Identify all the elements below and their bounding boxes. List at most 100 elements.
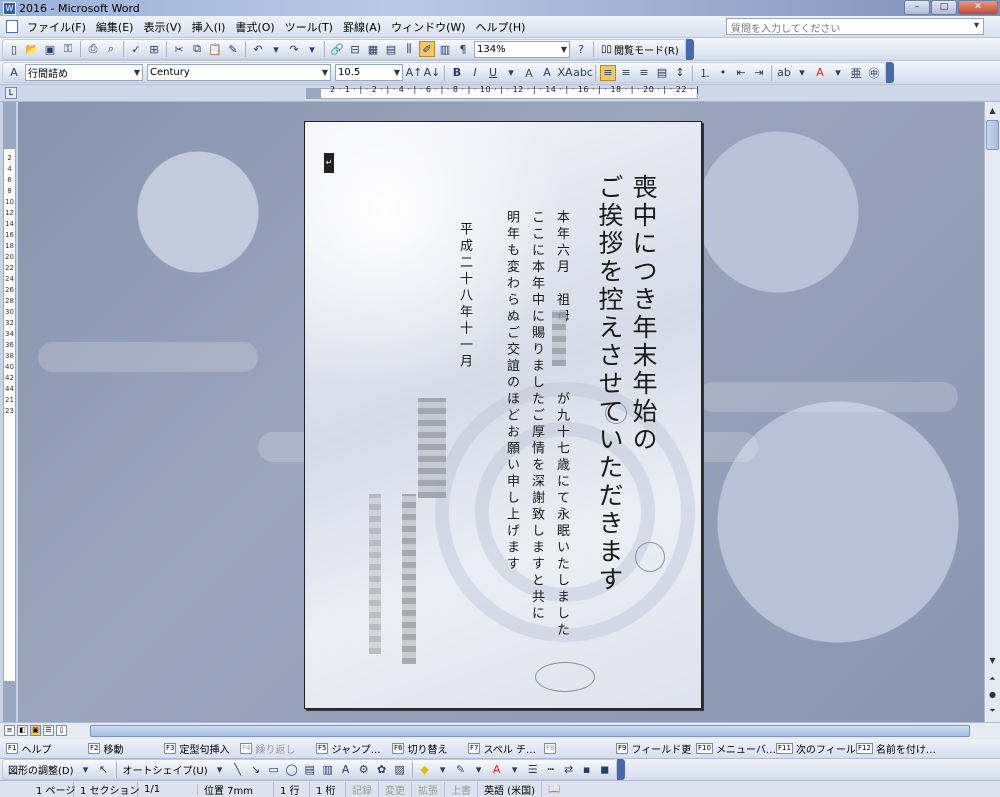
clip-art-icon[interactable]: ✿ bbox=[374, 762, 390, 778]
print-layout-icon[interactable]: ▣ bbox=[30, 725, 41, 736]
chevron-down-icon[interactable]: ▼ bbox=[134, 68, 140, 77]
toolbar-options-handle[interactable] bbox=[886, 62, 894, 83]
menu-window[interactable]: ウィンドウ(W) bbox=[386, 19, 470, 35]
dash-style-icon[interactable]: ┅ bbox=[543, 762, 559, 778]
read-mode-button[interactable]: ▯▯ 閲覧モード(R) bbox=[597, 42, 683, 57]
arrow-style-icon[interactable]: ⇄ bbox=[561, 762, 577, 778]
italic-icon[interactable]: I bbox=[467, 65, 483, 81]
spelling-status-icon[interactable]: 📖 bbox=[542, 784, 566, 795]
character-scale-icon[interactable]: XA bbox=[557, 65, 573, 81]
underline-icon[interactable]: U bbox=[485, 65, 501, 81]
enclose-character-icon[interactable]: ㊥ bbox=[866, 65, 882, 81]
fkey-f6[interactable]: F6 切り替え bbox=[392, 741, 464, 756]
diagram-icon[interactable]: ⚙ bbox=[356, 762, 372, 778]
chevron-down-icon[interactable]: ▾ bbox=[471, 762, 487, 778]
minimize-button[interactable]: – bbox=[904, 0, 930, 15]
font-color-icon[interactable]: A bbox=[489, 762, 505, 778]
menu-help[interactable]: ヘルプ(H) bbox=[471, 19, 531, 35]
copy-icon[interactable]: ⧉ bbox=[189, 41, 205, 57]
document-page[interactable]: ↵ 喪中につき年末年始の ご挨拶を控えさせていただきます 本年六月 祖母 が九十… bbox=[304, 121, 702, 709]
chevron-down-icon[interactable]: ▾ bbox=[78, 762, 94, 778]
phonetic-guide-icon[interactable]: abc bbox=[573, 65, 593, 81]
previous-page-icon[interactable]: ⏶ bbox=[986, 672, 999, 686]
cut-icon[interactable]: ✂ bbox=[171, 41, 187, 57]
vertical-scrollbar[interactable]: ▲ ▼ ⏶ ● ⏷ bbox=[984, 102, 1000, 722]
vertical-text-box-icon[interactable]: ▥ bbox=[320, 762, 336, 778]
fkey-f3[interactable]: F3 定型句挿入 bbox=[164, 741, 236, 756]
undo-icon[interactable]: ↶ bbox=[250, 41, 266, 57]
status-language[interactable]: 英語 (米国) bbox=[478, 781, 542, 797]
restore-button[interactable]: □ bbox=[931, 0, 957, 15]
chevron-down-icon[interactable]: ▾ bbox=[503, 65, 519, 81]
numbering-icon[interactable]: ⒈ bbox=[697, 65, 713, 81]
chevron-down-icon[interactable]: ▾ bbox=[507, 762, 523, 778]
shrink-font-icon[interactable]: A↓ bbox=[424, 65, 441, 81]
close-button[interactable]: ✕ bbox=[958, 0, 998, 15]
spelling-icon[interactable]: ✓ bbox=[128, 41, 144, 57]
menu-insert[interactable]: 挿入(I) bbox=[187, 19, 231, 35]
highlight-icon[interactable]: ab bbox=[776, 65, 792, 81]
chevron-down-icon[interactable]: ▾ bbox=[435, 762, 451, 778]
toolbar-options-handle[interactable] bbox=[685, 38, 694, 60]
bullets-icon[interactable]: • bbox=[715, 65, 731, 81]
horizontal-scroll-thumb[interactable] bbox=[90, 725, 970, 737]
web-layout-icon[interactable]: ◧ bbox=[17, 725, 28, 736]
fkey-f12[interactable]: F12 名前を付け… bbox=[856, 741, 936, 756]
new-document-icon[interactable]: ▯ bbox=[6, 41, 22, 57]
fkey-f10[interactable]: F10 メニューバ… bbox=[696, 741, 776, 756]
word-app-icon[interactable]: W bbox=[3, 1, 16, 15]
permission-icon[interactable]: ⚿ bbox=[60, 41, 76, 57]
menu-format[interactable]: 書式(O) bbox=[230, 19, 279, 35]
chevron-down-icon[interactable]: ▾ bbox=[794, 65, 810, 81]
distributed-icon[interactable]: ▤ bbox=[654, 65, 670, 81]
fkey-f2[interactable]: F2 移動 bbox=[88, 741, 160, 756]
line-icon[interactable]: ╲ bbox=[230, 762, 246, 778]
print-icon[interactable]: ⎙ bbox=[85, 41, 101, 57]
wordart-icon[interactable]: A bbox=[338, 762, 354, 778]
hyperlink-icon[interactable]: 🔗 bbox=[329, 41, 345, 57]
rectangle-icon[interactable]: ▭ bbox=[266, 762, 282, 778]
menu-file[interactable]: ファイル(F) bbox=[22, 19, 91, 35]
line-spacing-icon[interactable]: ↕ bbox=[672, 65, 688, 81]
chevron-down-icon[interactable]: ▾ bbox=[304, 41, 320, 57]
select-objects-icon[interactable]: ↖ bbox=[96, 762, 112, 778]
chevron-down-icon[interactable]: ▼ bbox=[394, 68, 400, 77]
scroll-up-icon[interactable]: ▲ bbox=[986, 104, 999, 118]
style-select[interactable]: 行間詰め ▼ bbox=[25, 64, 143, 81]
chevron-down-icon[interactable]: ▼ bbox=[561, 45, 567, 54]
next-page-icon[interactable]: ⏷ bbox=[986, 704, 999, 718]
tables-borders-icon[interactable]: ⊟ bbox=[347, 41, 363, 57]
font-color-icon[interactable]: A bbox=[812, 65, 828, 81]
align-right-icon[interactable]: ≡ bbox=[636, 65, 652, 81]
status-overtype[interactable]: 上書 bbox=[445, 781, 478, 797]
show-hide-icon[interactable]: ¶ bbox=[455, 41, 471, 57]
align-center-icon[interactable]: ≡ bbox=[618, 65, 634, 81]
save-icon[interactable]: ▣ bbox=[42, 41, 58, 57]
status-record[interactable]: 記録 bbox=[346, 781, 379, 797]
fkey-f1[interactable]: F1 ヘルプ bbox=[6, 741, 84, 756]
shadow-style-icon[interactable]: ▪ bbox=[579, 762, 595, 778]
fill-color-icon[interactable]: ◆ bbox=[417, 762, 433, 778]
chevron-down-icon[interactable]: ▾ bbox=[974, 20, 979, 33]
print-preview-icon[interactable]: ⌕ bbox=[103, 41, 119, 57]
toolbar-options-handle[interactable] bbox=[616, 759, 625, 780]
scroll-down-icon[interactable]: ▼ bbox=[986, 654, 999, 668]
decrease-indent-icon[interactable]: ⇤ bbox=[733, 65, 749, 81]
help-icon[interactable]: ? bbox=[573, 41, 589, 57]
normal-view-icon[interactable]: ≡ bbox=[4, 725, 15, 736]
menu-tools[interactable]: ツール(T) bbox=[280, 19, 338, 35]
3d-style-icon[interactable]: ◼ bbox=[597, 762, 613, 778]
drawing-icon[interactable]: ✐ bbox=[419, 41, 435, 57]
line-color-icon[interactable]: ✎ bbox=[453, 762, 469, 778]
increase-indent-icon[interactable]: ⇥ bbox=[751, 65, 767, 81]
paste-icon[interactable]: 📋 bbox=[207, 41, 223, 57]
status-track-changes[interactable]: 変更 bbox=[379, 781, 412, 797]
vertical-ruler[interactable]: 2 4 6 8 10 12 14 16 18 20 22 24 26 28 30… bbox=[3, 102, 16, 722]
fkey-f7[interactable]: F7 スペル チ… bbox=[468, 741, 540, 756]
fkey-f5[interactable]: F5 ジャンプ… bbox=[316, 741, 388, 756]
arrow-icon[interactable]: ↘ bbox=[248, 762, 264, 778]
insert-excel-icon[interactable]: ▤ bbox=[383, 41, 399, 57]
vertical-scroll-thumb[interactable] bbox=[986, 120, 999, 150]
columns-icon[interactable]: ⫼ bbox=[401, 41, 417, 57]
redo-icon[interactable]: ↷ bbox=[286, 41, 302, 57]
